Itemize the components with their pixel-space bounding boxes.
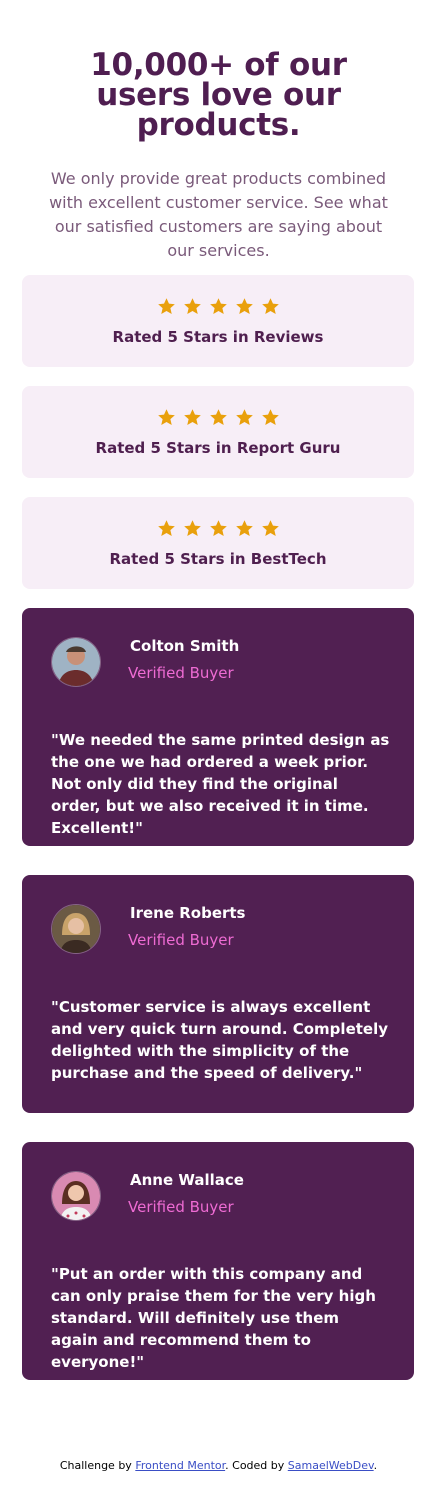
frontend-mentor-link[interactable]: Frontend Mentor xyxy=(135,1459,225,1472)
footer-suffix: . xyxy=(373,1459,378,1472)
testimonial-quote: "We needed the same printed design as th… xyxy=(51,731,390,837)
star-icon xyxy=(261,519,279,536)
footer-prefix: Challenge by xyxy=(59,1459,136,1472)
star-icon xyxy=(183,519,201,536)
testimonial-quote: "Customer service is always excellent an… xyxy=(51,998,389,1082)
star-icon xyxy=(261,297,279,314)
rating-card-reviews: Rated 5 Stars in Reviews xyxy=(22,275,414,367)
star-icon xyxy=(157,519,175,536)
star-icon xyxy=(235,519,253,536)
reviewer-name: Anne Wallace xyxy=(130,1171,244,1189)
footer-middle: . Coded by xyxy=(225,1459,288,1472)
testimonial-card-anne: Anne Wallace Verified Buyer "Put an orde… xyxy=(22,1142,414,1380)
verified-buyer-label: Verified Buyer xyxy=(128,1198,234,1216)
star-rating xyxy=(157,408,280,427)
page: 10,000+ of our users love our products. … xyxy=(0,47,437,1472)
star-icon xyxy=(157,408,175,425)
rating-card-besttech: Rated 5 Stars in BestTech xyxy=(22,497,414,589)
star-icon xyxy=(157,297,175,314)
star-icon xyxy=(209,297,227,314)
rating-card-report-guru: Rated 5 Stars in Report Guru xyxy=(22,386,414,478)
verified-buyer-label: Verified Buyer xyxy=(128,664,234,682)
rating-label: Rated 5 Stars in Reviews xyxy=(112,327,324,346)
reviewer-name: Irene Roberts xyxy=(130,904,246,922)
reviewer-name: Colton Smith xyxy=(130,637,240,655)
star-icon xyxy=(235,297,253,314)
testimonial-quote: "Put an order with this company and can … xyxy=(51,1265,376,1371)
star-icon xyxy=(183,297,201,314)
ratings-list: Rated 5 Stars in Reviews Rated 5 Stars i… xyxy=(0,275,437,589)
star-icon xyxy=(261,408,279,425)
testimonial-card-irene: Irene Roberts Verified Buyer "Customer s… xyxy=(22,875,414,1113)
attribution-footer: Challenge by Frontend Mentor. Coded by S… xyxy=(0,1459,437,1472)
star-icon xyxy=(209,519,227,536)
avatar xyxy=(51,637,101,687)
avatar xyxy=(51,1171,101,1221)
star-icon xyxy=(183,408,201,425)
verified-buyer-label: Verified Buyer xyxy=(128,931,234,949)
star-icon xyxy=(209,408,227,425)
star-rating xyxy=(157,297,280,316)
page-subtitle: We only provide great products combined … xyxy=(49,169,388,260)
rating-label: Rated 5 Stars in Report Guru xyxy=(95,438,341,457)
page-title: 10,000+ of our users love our products. xyxy=(90,47,347,143)
avatar xyxy=(51,904,101,954)
rating-label: Rated 5 Stars in BestTech xyxy=(109,549,327,568)
testimonial-card-colton: Colton Smith Verified Buyer "We needed t… xyxy=(22,608,414,846)
testimonials-list: Colton Smith Verified Buyer "We needed t… xyxy=(0,608,437,1380)
author-link[interactable]: SamaelWebDev xyxy=(288,1459,374,1472)
star-rating xyxy=(157,519,280,538)
star-icon xyxy=(235,408,253,425)
